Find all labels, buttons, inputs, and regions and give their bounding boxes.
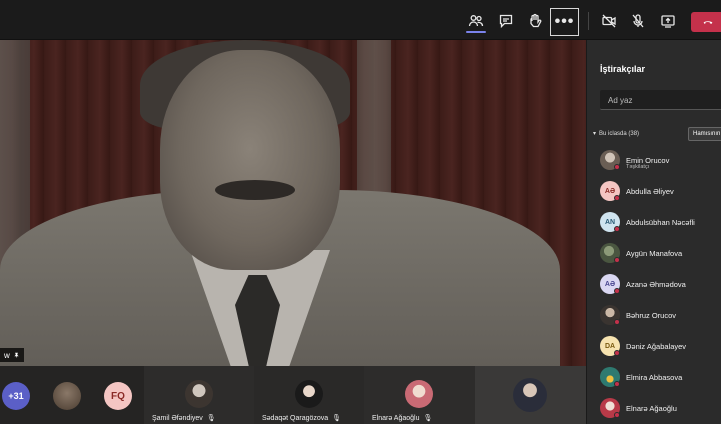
active-tab-indicator [466, 31, 486, 33]
mic-off-icon: 🎙 [423, 415, 433, 422]
video-tile[interactable] [475, 366, 586, 424]
hand-icon[interactable] [523, 9, 547, 33]
list-item[interactable]: Aygün Manafova [600, 243, 721, 265]
list-item[interactable]: AN Abdulsübhan Nəcəfli [600, 212, 721, 234]
chat-icon[interactable] [494, 9, 518, 33]
camera-off-icon[interactable] [597, 9, 621, 33]
pin-icon [14, 352, 19, 358]
list-item[interactable]: Emin Orucov Təşkilatçı [600, 150, 721, 172]
search-input[interactable]: Ad yaz [600, 90, 721, 110]
status-badge [614, 350, 620, 356]
more-actions-button[interactable]: ••• [550, 8, 579, 36]
hangup-button[interactable] [691, 12, 721, 32]
avatar[interactable] [53, 382, 81, 410]
status-badge [614, 288, 620, 294]
speaker-name-tag: w [0, 348, 24, 362]
list-item[interactable]: AƏ Abdulla Əliyev [600, 181, 721, 203]
status-badge [614, 164, 620, 170]
avatar [513, 378, 547, 412]
status-badge [614, 319, 620, 325]
list-item[interactable]: DA Dəniz Ağabalayev [600, 336, 721, 358]
main-video [0, 40, 586, 366]
tile-name: Sədaqət Qaragözova 🎙 [262, 414, 342, 423]
chevron-down-icon: ▾ [593, 131, 597, 137]
status-badge [614, 195, 620, 201]
status-badge [614, 412, 620, 418]
people-icon[interactable] [464, 9, 488, 33]
status-badge [614, 226, 620, 232]
avatar [295, 380, 323, 408]
participants-panel: İştirakçılar Ad yaz ▾ Bu iclasda (38) Ha… [586, 40, 721, 424]
video-tile[interactable]: Şamil Əfəndiyev 🎙 [144, 366, 254, 424]
avatar[interactable]: FQ [104, 382, 132, 410]
list-item[interactable]: Bəhruz Orucov [600, 305, 721, 327]
avatar [185, 380, 213, 408]
speaker-mustache [215, 180, 295, 200]
video-tile[interactable]: Elnarə Ağaoğlu 🎙 [364, 366, 475, 424]
video-tile[interactable]: Sədaqət Qaragözova 🎙 [254, 366, 364, 424]
section-header[interactable]: ▾ Bu iclasda (38) [593, 130, 639, 138]
list-item[interactable]: Elnarə Ağaoğlu [600, 398, 721, 420]
tile-name: Elnarə Ağaoğlu 🎙 [372, 414, 433, 423]
speaker-face [160, 50, 340, 270]
meeting-toolbar: ••• [0, 0, 721, 40]
status-badge [614, 381, 620, 387]
phone-hangup-icon [703, 21, 713, 24]
mute-all-button[interactable]: Hamısının səsini söndür [688, 127, 721, 141]
toolbar-divider [588, 12, 589, 30]
tile-name: Şamil Əfəndiyev 🎙 [152, 414, 216, 423]
overflow-participants-button[interactable]: +31 [2, 382, 30, 410]
mic-off-icon[interactable] [626, 9, 650, 33]
list-item[interactable]: Elmira Abbasova [600, 367, 721, 389]
list-item[interactable]: AƏ Azanə Əhmədova [600, 274, 721, 296]
panel-title: İştirakçılar [600, 64, 646, 74]
avatar [405, 380, 433, 408]
share-tray-icon[interactable] [656, 9, 680, 33]
speaker-name: w [4, 350, 10, 360]
mic-off-icon: 🎙 [206, 415, 216, 422]
status-badge [614, 257, 620, 263]
mic-off-icon: 🎙 [332, 415, 342, 422]
